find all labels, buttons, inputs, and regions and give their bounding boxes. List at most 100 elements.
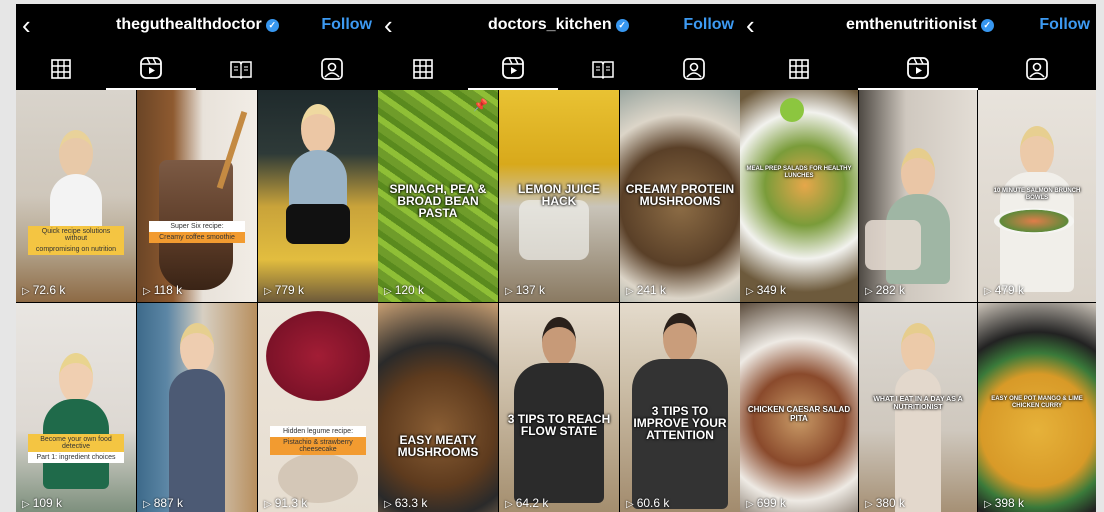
sticker-line: Quick recipe solutions without	[28, 225, 124, 244]
sticker-line: Hidden legume recipe:	[270, 425, 366, 437]
verified-badge-icon: ✓	[265, 19, 279, 32]
tab-grid[interactable]	[378, 48, 468, 90]
play-icon: ▷	[984, 286, 992, 297]
view-count-text: 63.3 k	[394, 496, 428, 510]
follow-button[interactable]: Follow	[1039, 16, 1090, 34]
tab-guides[interactable]	[558, 48, 648, 90]
view-count-text: 118 k	[153, 283, 183, 297]
verified-badge-icon: ✓	[980, 19, 994, 32]
view-count-text: 109 k	[32, 496, 63, 510]
view-count: ▷ 109 k	[22, 496, 62, 510]
person-image	[514, 317, 604, 503]
reel-tile[interactable]: 3 TIPS TO IMPROVE YOUR ATTENTION ▷ 60.6 k	[620, 303, 740, 512]
tab-reels[interactable]	[106, 48, 196, 90]
username-text: doctors_kitchen	[488, 16, 612, 33]
profile-username[interactable]: theguthealthdoctor ✓	[116, 16, 279, 34]
reel-caption: LEMON JUICE HACK	[517, 182, 600, 209]
reel-tile[interactable]: 📌 SPINACH, PEA & BROAD BEAN PASTA ▷ 120 k	[378, 90, 498, 302]
reels-grid: 📌 SPINACH, PEA & BROAD BEAN PASTA ▷ 120 k…	[378, 90, 740, 512]
view-count: ▷ 349 k	[746, 283, 786, 297]
tab-tagged[interactable]	[648, 48, 740, 90]
play-icon: ▷	[505, 286, 513, 297]
view-count-text: 91.3 k	[274, 496, 308, 510]
person-image	[286, 104, 350, 244]
sticker-line: compromising on nutrition	[28, 243, 124, 255]
reel-caption: MEAL PREP SALADS FOR HEALTHY LUNCHES	[746, 166, 852, 180]
chevron-left-icon[interactable]: ‹	[384, 12, 393, 38]
grid-icon	[51, 59, 71, 79]
view-count-text: 282 k	[875, 283, 906, 297]
tab-tagged[interactable]	[978, 48, 1096, 90]
profile-tabs	[16, 48, 378, 90]
reel-tile[interactable]: WHAT I EAT IN A DAY AS A NUTRITIONIST ▷ 3…	[859, 303, 977, 512]
reel-tile[interactable]: CHICKEN CAESAR SALAD PITA ▷ 699 k	[740, 303, 858, 512]
chevron-left-icon[interactable]: ‹	[746, 12, 755, 38]
reel-tile[interactable]: ▷ 779 k	[258, 90, 378, 302]
profile-panel-doctors-kitchen: ‹ doctors_kitchen ✓ Follow 📌 SPINACH, PEA…	[378, 4, 740, 512]
chevron-left-icon[interactable]: ‹	[22, 12, 31, 38]
reel-tile[interactable]: 10 MINUTE SALMON BRUNCH BOWLS ▷ 479 k	[978, 90, 1096, 302]
view-count-text: 887 k	[153, 496, 184, 510]
reel-tile[interactable]: Hidden legume recipe: Pistachio & strawbe…	[258, 303, 378, 512]
caption-sticker: Hidden legume recipe: Pistachio & strawbe…	[270, 425, 366, 455]
reel-tile[interactable]: 3 TIPS TO REACH FLOW STATE ▷ 64.2 k	[499, 303, 619, 512]
view-count-text: 779 k	[274, 283, 305, 297]
sticker-line: Become your own food detective	[28, 434, 124, 453]
view-count-text: 137 k	[515, 283, 546, 297]
play-icon: ▷	[984, 499, 992, 510]
follow-button[interactable]: Follow	[683, 16, 734, 34]
profile-header: ‹ theguthealthdoctor ✓ Follow	[16, 4, 378, 48]
grid-icon	[413, 59, 433, 79]
play-icon: ▷	[746, 286, 754, 297]
play-icon: ▷	[746, 499, 754, 510]
reel-tile[interactable]: Become your own food detective Part 1: in…	[16, 303, 136, 512]
view-count: ▷ 380 k	[865, 496, 905, 510]
reel-caption: CHICKEN CAESAR SALAD PITA	[747, 404, 851, 423]
profile-header: ‹ emthenutritionist ✓ Follow	[740, 4, 1096, 48]
reel-caption: CREAMY PROTEIN MUSHROOMS	[625, 182, 735, 209]
tab-grid[interactable]	[16, 48, 106, 90]
profile-tabs	[740, 48, 1096, 90]
guides-icon	[592, 61, 614, 79]
tab-reels[interactable]	[468, 48, 558, 90]
play-icon: ▷	[22, 286, 30, 297]
view-count-text: 241 k	[636, 283, 667, 297]
reel-caption: EASY MEATY MUSHROOMS	[397, 433, 479, 460]
view-count: ▷ 63.3 k	[384, 496, 427, 510]
reel-tile[interactable]: Quick recipe solutions without compromisi…	[16, 90, 136, 302]
reel-tile[interactable]: EASY MEATY MUSHROOMS ▷ 63.3 k	[378, 303, 498, 512]
reels-icon	[140, 57, 162, 79]
profile-header: ‹ doctors_kitchen ✓ Follow	[378, 4, 740, 48]
tab-reels[interactable]	[858, 48, 978, 90]
view-count-text: 349 k	[756, 283, 787, 297]
reel-tile[interactable]: EASY ONE POT MANGO & LIME CHICKEN CURRY …	[978, 303, 1096, 512]
reel-caption: 10 MINUTE SALMON BRUNCH BOWLS	[993, 187, 1081, 201]
guides-icon	[230, 61, 252, 79]
username-text: emthenutritionist	[846, 16, 977, 33]
tab-tagged[interactable]	[286, 48, 378, 90]
grid-icon	[789, 59, 809, 79]
reel-tile[interactable]: ▷ 887 k	[137, 303, 257, 512]
reel-tile[interactable]: CREAMY PROTEIN MUSHROOMS ▷ 241 k	[620, 90, 740, 302]
username-text: theguthealthdoctor	[116, 16, 262, 33]
cheesecake-image	[266, 311, 370, 401]
play-icon: ▷	[264, 499, 272, 510]
view-count-text: 380 k	[875, 496, 906, 510]
follow-button[interactable]: Follow	[321, 16, 372, 34]
reel-tile[interactable]: LEMON JUICE HACK ▷ 137 k	[499, 90, 619, 302]
play-icon: ▷	[626, 499, 634, 510]
play-icon: ▷	[143, 499, 151, 510]
profile-username[interactable]: emthenutritionist ✓	[846, 16, 994, 34]
reel-tile[interactable]: Super Six recipe: Creamy coffee smoothie …	[137, 90, 257, 302]
play-icon: ▷	[264, 286, 272, 297]
tab-grid[interactable]	[740, 48, 858, 90]
tab-guides[interactable]	[196, 48, 286, 90]
sticker-line: Creamy coffee smoothie	[149, 232, 245, 244]
view-count-text: 398 k	[994, 496, 1025, 510]
salad-bowl-image	[994, 208, 1074, 234]
reel-tile[interactable]: ▷ 282 k	[859, 90, 977, 302]
reel-tile[interactable]: MEAL PREP SALADS FOR HEALTHY LUNCHES ▷ 34…	[740, 90, 858, 302]
profile-username[interactable]: doctors_kitchen ✓	[488, 16, 629, 34]
view-count-text: 64.2 k	[515, 496, 549, 510]
person-image	[43, 353, 109, 489]
